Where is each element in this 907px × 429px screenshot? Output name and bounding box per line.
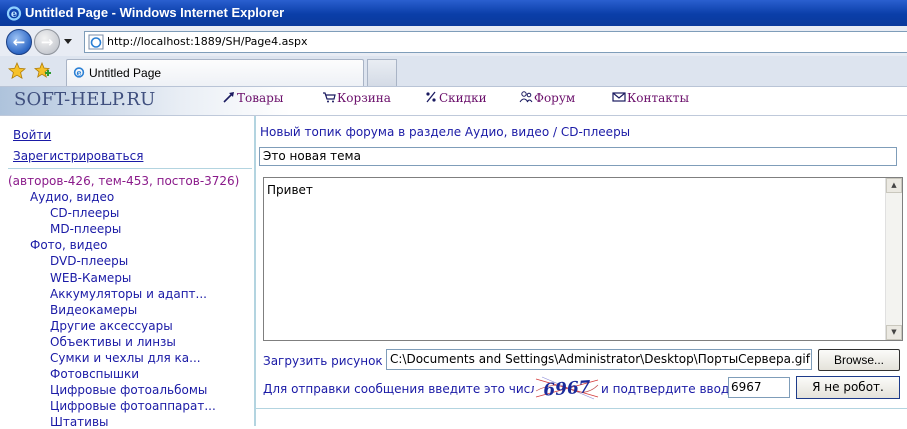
nav-discounts-label: Скидки (439, 91, 487, 105)
browse-button[interactable]: Browse... (818, 349, 900, 371)
captcha-value: 6967 (543, 377, 592, 400)
percent-icon (426, 91, 436, 103)
envelope-icon (612, 92, 626, 102)
nav-cart-label: Корзина (337, 91, 391, 105)
window-titlebar: e Untitled Page - Windows Internet Explo… (0, 0, 907, 26)
subcategory-item[interactable]: Цифровые фотоаппарат... (50, 399, 216, 413)
nav-discounts[interactable]: Скидки (424, 91, 487, 105)
subcategory-item[interactable]: Цифровые фотоальбомы (50, 383, 207, 397)
subcategory-item[interactable]: Фотовспышки (50, 367, 139, 381)
site-header: SOFT-HELP.RU Товары Корзина Скидки Форум… (0, 87, 907, 116)
subcategory-item[interactable]: Другие аксессуары (50, 319, 173, 333)
captcha-image: 6967 (534, 375, 600, 401)
subcategory-item[interactable]: Сумки и чехлы для ка... (50, 351, 201, 365)
back-button[interactable]: ← (6, 29, 32, 55)
subcategory-item[interactable]: Аккумуляторы и адапт... (50, 287, 207, 301)
subcategory-item[interactable]: Объективы и линзы (50, 335, 176, 349)
add-favorite-icon[interactable] (34, 62, 52, 80)
nav-products-label: Товары (237, 91, 284, 105)
people-icon (519, 91, 533, 103)
sidebar: Войти Зарегистрироваться (авторов-426, т… (0, 116, 256, 429)
favorites-star-icon[interactable] (8, 62, 26, 80)
form-divider (256, 408, 907, 409)
address-url: http://localhost:1889/SH/Page4.aspx (107, 35, 308, 48)
address-toolbar: ← → http://localhost:1889/SH/Page4.aspx (0, 26, 907, 57)
category-item[interactable]: Фото, видео (30, 238, 108, 252)
scroll-down-icon[interactable]: ▼ (886, 325, 902, 340)
form-heading: Новый топик форума в разделе Аудио, виде… (260, 125, 631, 139)
sidebar-divider (8, 168, 252, 169)
svg-text:e: e (11, 9, 17, 20)
scroll-up-icon[interactable]: ▲ (886, 178, 902, 193)
nav-contacts[interactable]: Контакты (612, 91, 689, 105)
captcha-input[interactable]: 6967 (728, 377, 790, 398)
login-link[interactable]: Войти (13, 128, 51, 142)
subcategory-item[interactable]: Видеокамеры (50, 303, 137, 317)
new-tab-button[interactable] (367, 59, 397, 86)
nav-forum-label: Форум (534, 91, 576, 105)
upload-label: Загрузить рисунок - (263, 354, 391, 368)
message-text: Привет (267, 183, 313, 197)
register-link[interactable]: Зарегистрироваться (13, 149, 143, 163)
chevron-down-icon[interactable] (64, 37, 72, 45)
captcha-confirm-label: и подтвердите ввод: (601, 382, 734, 396)
forum-stats: (авторов-426, тем-453, постов-3726) (8, 174, 240, 188)
subcategory-item[interactable]: DVD-плееры (50, 254, 128, 268)
message-textarea[interactable]: Привет ▲ ▼ (263, 177, 903, 341)
tab-label: Untitled Page (89, 66, 162, 80)
nav-forum[interactable]: Форум (519, 91, 575, 105)
ie-logo-icon: e (6, 6, 22, 21)
subcategory-item[interactable]: MD-плееры (50, 222, 121, 236)
subcategory-item[interactable]: CD-плееры (50, 206, 119, 220)
arrow-icon (223, 92, 234, 103)
not-robot-submit-button[interactable]: Я не робот. (796, 376, 900, 399)
svg-text:e: e (76, 69, 81, 78)
page-favicon-icon (88, 34, 104, 50)
subcategory-item[interactable]: WEB-Камеры (50, 271, 131, 285)
nav-cart[interactable]: Корзина (322, 91, 391, 105)
tab-favicon-icon: e (73, 67, 85, 78)
topic-subject-input[interactable]: Это новая тема (259, 147, 897, 166)
new-topic-form: Новый топик форума в разделе Аудио, виде… (256, 116, 907, 426)
cart-icon (323, 92, 336, 103)
category-item[interactable]: Аудио, видео (30, 190, 114, 204)
message-scrollbar[interactable]: ▲ ▼ (885, 178, 902, 340)
tab-untitled-page[interactable]: e Untitled Page (66, 59, 364, 86)
forward-arrow-icon: → (40, 33, 54, 51)
file-path-input[interactable]: C:\Documents and Settings\Administrator\… (386, 349, 812, 370)
window-title: Untitled Page - Windows Internet Explore… (25, 5, 285, 20)
forward-button[interactable]: → (34, 29, 60, 55)
back-arrow-icon: ← (12, 33, 26, 51)
nav-products[interactable]: Товары (222, 91, 283, 105)
nav-contacts-label: Контакты (627, 91, 689, 105)
subcategory-item[interactable]: Штативы (50, 415, 109, 429)
tab-strip: e Untitled Page (0, 56, 907, 87)
address-bar[interactable]: http://localhost:1889/SH/Page4.aspx (84, 31, 907, 53)
captcha-label: Для отправки сообщения введите это число… (263, 382, 550, 396)
site-logo[interactable]: SOFT-HELP.RU (14, 89, 155, 110)
